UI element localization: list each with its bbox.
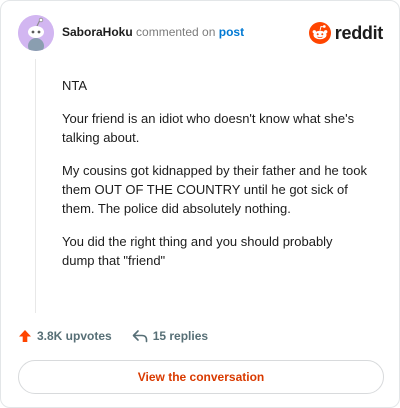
view-conversation-label: View the conversation: [137, 370, 265, 384]
view-conversation-button[interactable]: View the conversation: [18, 360, 384, 394]
reddit-logo-icon: [308, 22, 331, 44]
upvote-count: 3.8K upvotes: [37, 329, 112, 343]
snoo-avatar-icon[interactable]: [18, 15, 54, 51]
comment-paragraph: You did the right thing and you should p…: [62, 234, 333, 268]
comment-paragraph: Your friend is an idiot who doesn't know…: [62, 111, 355, 145]
post-link[interactable]: post: [219, 25, 244, 39]
comment-body: NTA Your friend is an idiot who doesn't …: [62, 76, 368, 284]
comment-card: SaboraHoku commented on post reddit NTA …: [0, 0, 400, 408]
action-text: commented on: [136, 25, 216, 39]
comment-footer: 3.8K upvotes 15 replies: [18, 326, 208, 346]
comment-header: SaboraHoku commented on post reddit: [18, 15, 385, 51]
reply-count: 15 replies: [152, 329, 209, 343]
brand-wordmark: reddit: [334, 22, 384, 43]
comment-paragraph: My cousins got kidnapped by their father…: [62, 163, 367, 216]
comment-paragraph: NTA: [62, 78, 88, 93]
username[interactable]: SaboraHoku: [62, 25, 133, 39]
upvote-arrow-icon: [19, 330, 31, 342]
brand[interactable]: reddit: [308, 21, 384, 45]
upvote-button[interactable]: 3.8K upvotes: [18, 329, 112, 343]
thread-line: [35, 59, 36, 313]
byline: SaboraHoku commented on post: [62, 24, 244, 40]
reply-button[interactable]: 15 replies: [132, 329, 208, 343]
reply-arrow-icon: [132, 330, 148, 343]
